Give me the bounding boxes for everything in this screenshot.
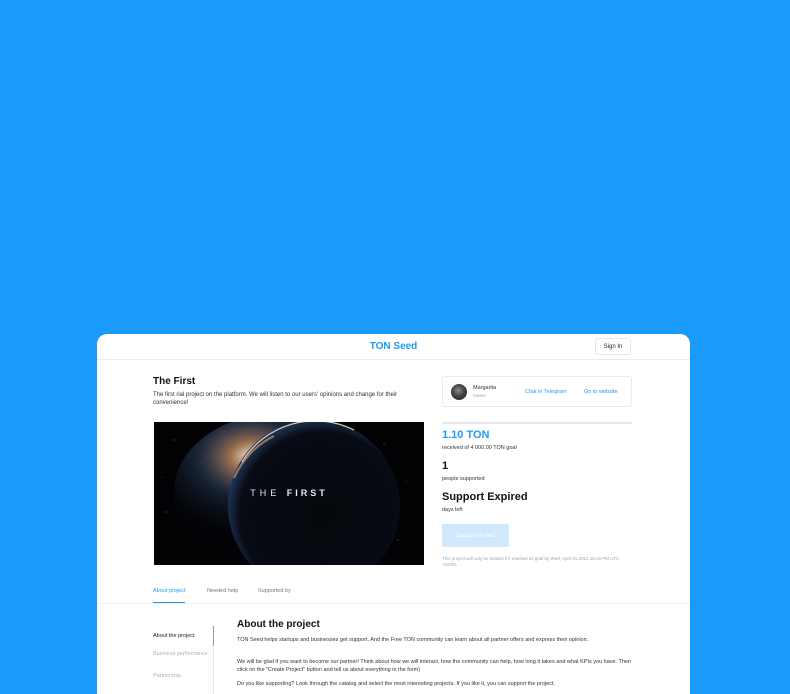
tab-about-project[interactable]: About project [153,588,186,603]
chat-telegram-link[interactable]: Chat in Telegram [525,389,566,395]
raised-amount: 1.10 TON [442,429,490,441]
days-left-label: days left [442,507,463,513]
about-paragraph: Do you like supporting? Look through the… [237,681,555,687]
section-title: About the project [237,619,320,630]
tab-needed-help[interactable]: Needed help [207,588,238,602]
project-cover-image: THE FIRST [154,422,424,565]
project-title: The First [153,376,196,387]
owner-card: Margarita Owner Chat in Telegram Go to w… [442,376,632,407]
about-paragraph: We will be glad if you want to become ou… [237,659,632,673]
owner-role: Owner [473,393,487,398]
tab-supported-by[interactable]: Supported by [258,588,291,602]
app-window: TON Seed Sign In The First The first ria… [97,334,690,694]
about-section: About the project Business performance P… [97,603,690,694]
funding-note: This project will only be funded if it r… [442,556,620,567]
support-status: Support Expired [442,491,528,503]
sidebar-item-business-performance[interactable]: Business performance [153,651,208,658]
avatar [451,384,467,400]
sidebar-item-about-project[interactable]: About the project [153,633,208,640]
support-project-button[interactable]: Support project [442,524,509,547]
goal-text: received of 4 000.00 TON goal [442,445,517,451]
project-description: The first rial project on the platform. … [153,392,398,406]
cover-title-light: THE [250,488,281,498]
stats-divider [442,422,632,424]
sign-in-button[interactable]: Sign In [595,338,631,355]
cover-title: THE FIRST [154,488,424,498]
supporters-count: 1 [442,460,449,472]
supporters-label: people supported [442,476,485,482]
cover-title-bold: FIRST [286,488,328,498]
about-paragraph: TON Seed helps startups and businesses g… [237,637,589,643]
top-navbar: TON Seed Sign In [97,334,690,360]
sidebar-item-partnership[interactable]: Partnership [153,673,208,680]
sidebar-active-indicator [213,626,214,646]
website-link[interactable]: Go to website [584,389,618,395]
owner-name: Margarita [473,385,497,391]
